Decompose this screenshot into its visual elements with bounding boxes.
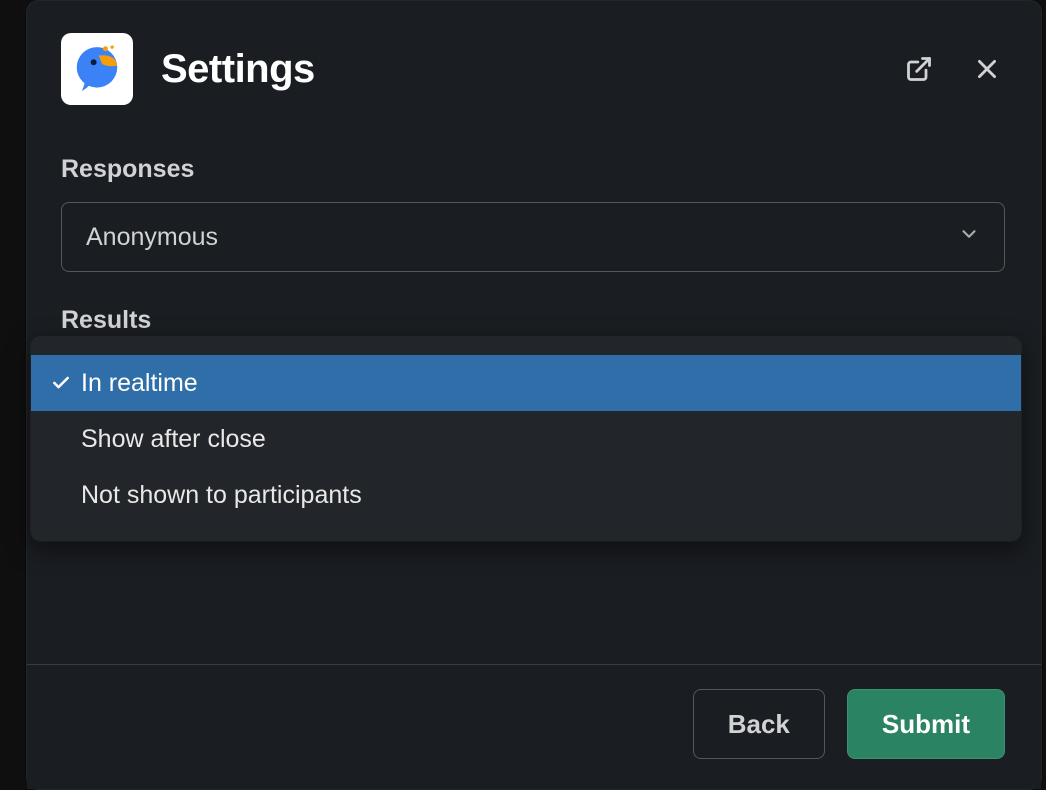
results-option[interactable]: Not shown to participants [31,467,1021,523]
open-external-button[interactable] [901,51,937,87]
modal-title: Settings [161,47,315,92]
modal-header: Settings [27,1,1041,129]
submit-button[interactable]: Submit [847,689,1005,759]
modal-footer: Back Submit [27,664,1041,789]
results-option-label: Show after close [81,425,266,454]
header-actions [901,51,1005,87]
responses-label: Responses [61,155,1005,184]
results-dropdown: In realtime Show after close Not shown t… [31,337,1021,541]
responses-select[interactable]: Anonymous [61,202,1005,272]
check-icon [51,373,81,393]
app-logo [61,33,133,105]
responses-select-value: Anonymous [86,223,218,252]
parrot-icon [70,42,124,96]
results-option[interactable]: In realtime [31,355,1021,411]
settings-modal: Settings Responses Anonymous [26,0,1042,790]
check-icon [51,485,81,505]
results-option-label: Not shown to participants [81,481,362,510]
results-label: Results [61,306,1005,335]
back-button[interactable]: Back [693,689,825,759]
close-icon [974,56,1000,82]
results-option[interactable]: Show after close [31,411,1021,467]
close-button[interactable] [969,51,1005,87]
external-link-icon [905,55,933,83]
modal-content: Responses Anonymous Results Select an re… [27,129,1041,423]
chevron-down-icon [958,223,980,252]
check-icon [51,429,81,449]
results-option-label: In realtime [81,369,198,398]
